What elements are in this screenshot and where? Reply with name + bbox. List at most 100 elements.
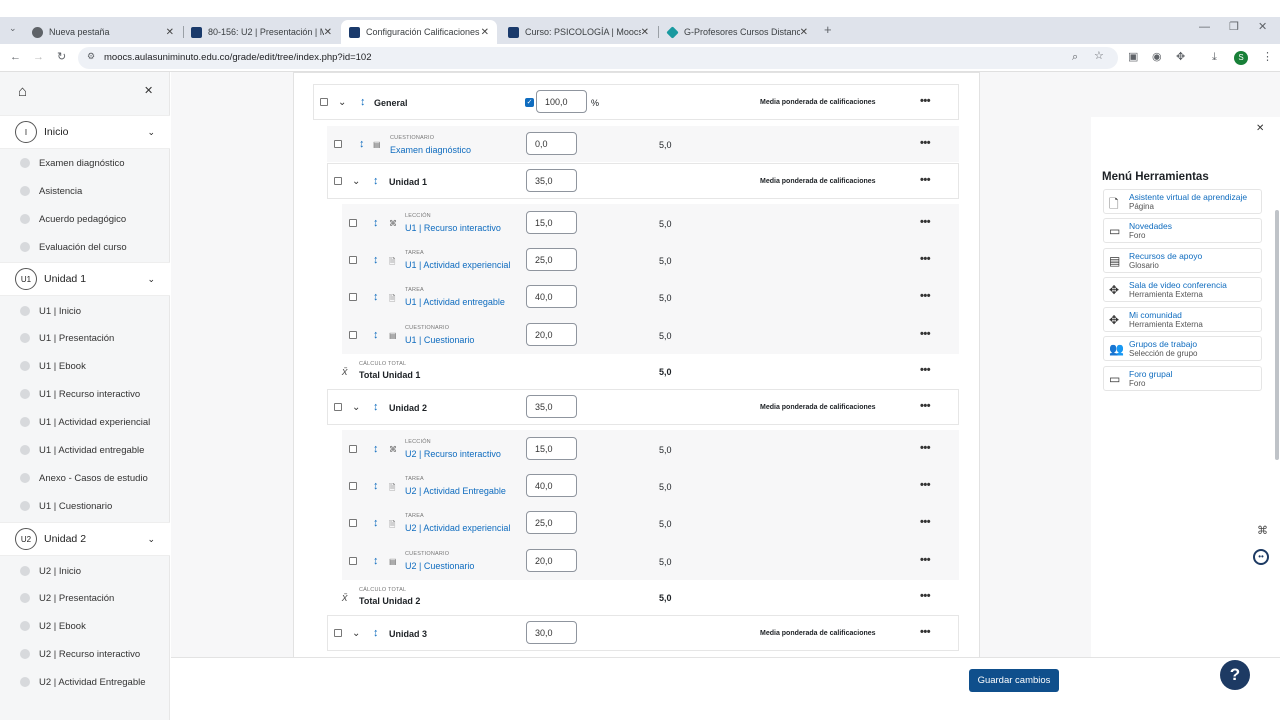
- help-button[interactable]: ?: [1220, 660, 1250, 690]
- chevron-down-icon[interactable]: ⌄: [352, 628, 360, 639]
- select-checkbox[interactable]: [349, 557, 357, 565]
- close-tab-icon[interactable]: ✕: [166, 27, 174, 38]
- select-checkbox[interactable]: [334, 177, 342, 185]
- grade-item-link[interactable]: U2 | Actividad experiencial: [405, 523, 510, 533]
- browser-menu-icon[interactable]: ⋮: [1262, 52, 1273, 63]
- section-inicio[interactable]: I Inicio ⌄: [0, 115, 170, 149]
- move-icon[interactable]: ↕: [373, 517, 379, 529]
- close-sidebar-icon[interactable]: ✕: [144, 84, 153, 97]
- download-icon[interactable]: ⤓: [1212, 52, 1217, 63]
- browser-tab-4[interactable]: G-Profesores Cursos Distancia - ✕: [659, 20, 816, 44]
- drawer-item-comunidad[interactable]: ✥ Mi comunidad Herramienta Externa: [1103, 307, 1262, 332]
- close-tab-icon[interactable]: ✕: [481, 27, 489, 38]
- actions-menu-icon[interactable]: •••: [920, 364, 931, 376]
- drawer-item-recursos[interactable]: ▤ Recursos de apoyo Glosario: [1103, 248, 1262, 273]
- grade-item-link[interactable]: U1 | Actividad experiencial: [405, 260, 510, 270]
- weight-input[interactable]: 35,0: [526, 169, 577, 192]
- chevron-down-icon[interactable]: ⌄: [352, 176, 360, 187]
- move-icon[interactable]: ↕: [373, 627, 379, 639]
- new-tab-icon[interactable]: +: [824, 23, 832, 36]
- window-close-icon[interactable]: ✕: [1258, 22, 1267, 33]
- actions-menu-icon[interactable]: •••: [920, 137, 931, 149]
- weight-input[interactable]: 25,0: [526, 511, 577, 534]
- sidebar-item[interactable]: U1 | Recurso interactivo: [0, 380, 170, 408]
- bookmark-star-icon[interactable]: ☆: [1094, 51, 1104, 62]
- chevron-down-icon[interactable]: ⌄: [147, 127, 155, 138]
- site-info-icon[interactable]: ⚙: [87, 52, 95, 61]
- reload-icon[interactable]: ↻: [57, 52, 66, 63]
- sidebar-item[interactable]: U1 | Presentación: [0, 324, 170, 352]
- weight-input[interactable]: 15,0: [526, 211, 577, 234]
- actions-menu-icon[interactable]: •••: [920, 400, 931, 412]
- sidebar-item[interactable]: Examen diagnóstico: [0, 149, 170, 177]
- actions-menu-icon[interactable]: •••: [920, 554, 931, 566]
- section-unidad-1[interactable]: U1 Unidad 1 ⌄: [0, 262, 170, 296]
- move-icon[interactable]: ↕: [373, 555, 379, 567]
- grade-item-link[interactable]: Examen diagnóstico: [390, 145, 471, 155]
- actions-menu-icon[interactable]: •••: [920, 590, 931, 602]
- sidebar-item[interactable]: U1 | Actividad entregable: [0, 436, 170, 464]
- drawer-item-grupos[interactable]: 👥 Grupos de trabajo Selección de grupo: [1103, 336, 1262, 361]
- drawer-item-novedades[interactable]: ▭ Novedades Foro: [1103, 218, 1262, 243]
- select-checkbox[interactable]: [349, 219, 357, 227]
- sidebar-item[interactable]: U2 | Actividad Entregable: [0, 668, 170, 696]
- weight-input[interactable]: 30,0: [526, 621, 577, 644]
- select-checkbox[interactable]: [334, 403, 342, 411]
- sidebar-item[interactable]: U1 | Ebook: [0, 352, 170, 380]
- actions-menu-icon[interactable]: •••: [920, 626, 931, 638]
- weight-input[interactable]: 15,0: [526, 437, 577, 460]
- extension-shield-icon[interactable]: ◉: [1152, 52, 1162, 63]
- actions-menu-icon[interactable]: •••: [920, 290, 931, 302]
- browser-tab-0[interactable]: Nueva pestaña ✕: [24, 20, 182, 44]
- weight-input[interactable]: 20,0: [526, 323, 577, 346]
- profile-avatar[interactable]: S: [1234, 51, 1248, 65]
- grade-item-link[interactable]: U2 | Actividad Entregable: [405, 486, 506, 496]
- sidebar-item[interactable]: Evaluación del curso: [0, 233, 170, 261]
- chevron-down-icon[interactable]: ⌄: [147, 534, 155, 545]
- drawer-item-asistente[interactable]: 🗋 Asistente virtual de aprendizaje Págin…: [1103, 189, 1262, 214]
- grade-item-link[interactable]: U2 | Cuestionario: [405, 561, 474, 571]
- sidebar-item[interactable]: U2 | Inicio: [0, 557, 170, 585]
- sidebar-item[interactable]: Anexo - Casos de estudio: [0, 464, 170, 492]
- close-tab-icon[interactable]: ✕: [641, 27, 649, 38]
- grade-item-link[interactable]: U1 | Cuestionario: [405, 335, 474, 345]
- chevron-down-icon[interactable]: ⌄: [352, 402, 360, 413]
- select-checkbox[interactable]: [349, 519, 357, 527]
- grade-item-link[interactable]: U1 | Recurso interactivo: [405, 223, 501, 233]
- grade-item-link[interactable]: U2 | Recurso interactivo: [405, 449, 501, 459]
- move-icon[interactable]: ↕: [373, 401, 379, 413]
- maximize-icon[interactable]: ❐: [1229, 22, 1239, 33]
- minimize-icon[interactable]: —: [1199, 22, 1210, 33]
- weight-input[interactable]: 40,0: [526, 285, 577, 308]
- move-icon[interactable]: ↕: [373, 175, 379, 187]
- home-icon[interactable]: ⌂: [18, 83, 27, 100]
- sidebar-item[interactable]: U2 | Ebook: [0, 612, 170, 640]
- grade-item-link[interactable]: U1 | Actividad entregable: [405, 297, 505, 307]
- move-icon[interactable]: ↕: [359, 138, 365, 150]
- shortcut-grid-icon[interactable]: ⌘: [1257, 524, 1268, 537]
- close-tab-icon[interactable]: ✕: [324, 27, 332, 38]
- browser-tab-3[interactable]: Curso: PSICOLOGÍA | Moocs ✕: [500, 20, 657, 44]
- close-tab-icon[interactable]: ✕: [800, 27, 808, 38]
- weight-input[interactable]: 40,0: [526, 474, 577, 497]
- move-icon[interactable]: ↕: [373, 254, 379, 266]
- forward-icon[interactable]: →: [33, 52, 44, 63]
- weight-input[interactable]: 25,0: [526, 248, 577, 271]
- browser-tab-2[interactable]: Configuración Calificaciones | Pr ✕: [341, 20, 497, 44]
- actions-menu-icon[interactable]: •••: [920, 516, 931, 528]
- assistant-bot-icon[interactable]: ••: [1253, 549, 1269, 565]
- weight-input[interactable]: 20,0: [526, 549, 577, 572]
- sidebar-item[interactable]: U2 | Recurso interactivo: [0, 640, 170, 668]
- actions-menu-icon[interactable]: •••: [920, 174, 931, 186]
- save-changes-button[interactable]: Guardar cambios: [969, 669, 1059, 692]
- weight-input[interactable]: 0,0: [526, 132, 577, 155]
- move-icon[interactable]: ↕: [373, 480, 379, 492]
- zoom-icon[interactable]: ⌕: [1072, 52, 1078, 63]
- url-field[interactable]: ⚙ moocs.aulasuniminuto.edu.co/grade/edit…: [78, 47, 1118, 69]
- sidebar-item[interactable]: Asistencia: [0, 177, 170, 205]
- sidebar-item[interactable]: U1 | Inicio: [0, 297, 170, 325]
- weight-input[interactable]: 35,0: [526, 395, 577, 418]
- move-icon[interactable]: ↕: [373, 443, 379, 455]
- extensions-puzzle-icon[interactable]: ✥: [1176, 52, 1185, 63]
- move-icon[interactable]: ↕: [373, 291, 379, 303]
